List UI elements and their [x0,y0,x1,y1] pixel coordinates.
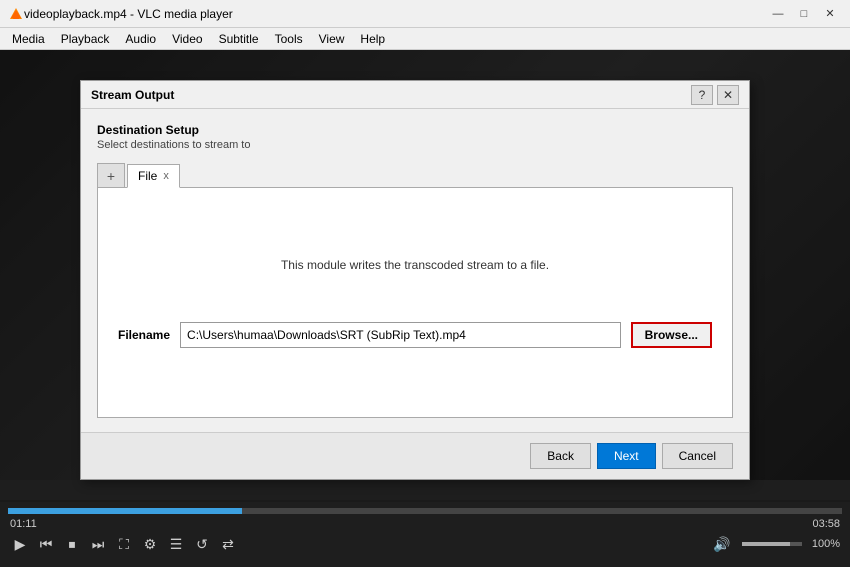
next-button[interactable]: Next [597,443,656,469]
menu-tools[interactable]: Tools [267,30,311,48]
menu-bar: Media Playback Audio Video Subtitle Tool… [0,28,850,50]
filename-row: Filename Browse... [118,322,712,348]
menu-audio[interactable]: Audio [117,30,164,48]
total-time: 03:58 [812,518,840,530]
current-time: 01:11 [10,518,37,530]
menu-media[interactable]: Media [4,30,53,48]
playlist-button[interactable]: ☰ [166,534,186,554]
dialog-title: Stream Output [91,88,691,102]
cancel-button[interactable]: Cancel [662,443,733,469]
browse-button[interactable]: Browse... [631,322,712,348]
module-description: This module writes the transcoded stream… [281,258,549,272]
back-button[interactable]: Back [530,443,591,469]
minimize-button[interactable]: — [766,4,790,24]
filename-label: Filename [118,328,170,342]
tab-add-button[interactable]: + [97,163,125,187]
play-button[interactable]: ▶ [10,534,30,554]
tab-bar: + File x [97,163,733,188]
time-display: 01:11 03:58 [0,518,850,530]
dialog-footer: Back Next Cancel [81,432,749,479]
tab-file-label: File [138,169,157,183]
progress-fill [8,508,242,514]
section-subtitle: Select destinations to stream to [97,139,733,151]
stream-output-dialog: Stream Output ? ✕ Destination Setup Sele… [80,80,750,480]
loop-button[interactable]: ↺ [192,534,212,554]
extended-button[interactable]: ⚙ [140,534,160,554]
volume-fill [742,542,790,546]
vlc-logo-icon [8,6,24,22]
random-button[interactable]: ⇄ [218,534,238,554]
window-title: videoplayback.mp4 - VLC media player [24,7,766,21]
volume-slider[interactable] [742,542,802,546]
volume-percent: 100% [812,538,840,550]
dialog-title-controls: ? ✕ [691,85,739,105]
maximize-button[interactable]: □ [792,4,816,24]
tab-file[interactable]: File x [127,164,180,188]
section-title: Destination Setup [97,123,733,137]
dialog-close-button[interactable]: ✕ [717,85,739,105]
menu-view[interactable]: View [311,30,353,48]
fullscreen-button[interactable]: ⛶ [114,534,134,554]
menu-video[interactable]: Video [164,30,210,48]
dialog-titlebar: Stream Output ? ✕ [81,81,749,109]
menu-subtitle[interactable]: Subtitle [211,30,267,48]
vlc-controls: 01:11 03:58 ▶ ⏮ ⏹ ⏭ ⛶ ⚙ ☰ ↺ ⇄ 🔊 100% [0,502,850,567]
control-buttons: ▶ ⏮ ⏹ ⏭ ⛶ ⚙ ☰ ↺ ⇄ 🔊 100% [0,530,850,558]
vlc-main-area: Stream Output ? ✕ Destination Setup Sele… [0,50,850,500]
tab-file-close[interactable]: x [163,170,169,182]
title-bar: videoplayback.mp4 - VLC media player — □… [0,0,850,28]
tab-content-area: This module writes the transcoded stream… [97,188,733,418]
stop-button[interactable]: ⏹ [62,534,82,554]
menu-help[interactable]: Help [352,30,393,48]
progress-bar[interactable] [8,508,842,514]
dialog-content: Destination Setup Select destinations to… [81,109,749,432]
prev-button[interactable]: ⏮ [36,534,56,554]
mute-button[interactable]: 🔊 [712,534,732,554]
dialog-help-button[interactable]: ? [691,85,713,105]
window-controls: — □ ✕ [766,4,842,24]
menu-playback[interactable]: Playback [53,30,118,48]
filename-input[interactable] [180,322,621,348]
close-window-button[interactable]: ✕ [818,4,842,24]
next-button[interactable]: ⏭ [88,534,108,554]
